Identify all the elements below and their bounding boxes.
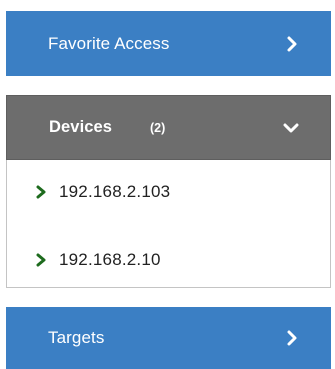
panel-title-favorite-access: Favorite Access — [48, 33, 170, 53]
panel-header-devices[interactable]: Devices (2) — [6, 95, 331, 160]
device-item-192-168-2-10[interactable]: 192.168.2.10 — [7, 242, 330, 278]
chevron-right-icon — [283, 329, 301, 347]
device-item-192-168-2-103[interactable]: 192.168.2.103 — [7, 174, 330, 210]
panel-title-targets: Targets — [48, 328, 105, 347]
device-label: 192.168.2.103 — [59, 182, 171, 201]
chevron-right-icon — [35, 253, 47, 267]
panel-header-targets[interactable]: Targets — [6, 307, 331, 369]
panel-title-devices: Devices — [49, 118, 113, 136]
chevron-right-icon — [283, 35, 301, 53]
chevron-down-icon — [282, 119, 300, 137]
panel-header-favorite-access[interactable]: Favorite Access — [6, 11, 331, 76]
devices-list: 192.168.2.103 192.168.2.10 — [6, 160, 331, 288]
device-label: 192.168.2.10 — [59, 250, 161, 269]
devices-count-badge: (2) — [150, 120, 166, 135]
chevron-right-icon — [35, 185, 47, 199]
